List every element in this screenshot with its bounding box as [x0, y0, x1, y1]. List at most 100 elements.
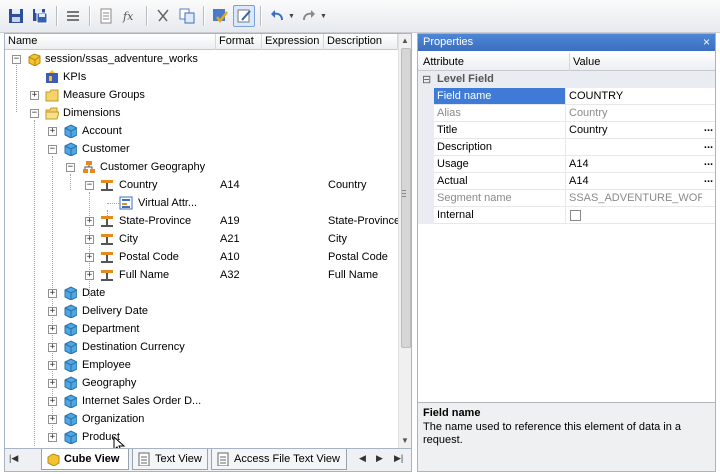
tab-scroll-end-icon[interactable]: ▶|	[394, 453, 403, 464]
ellipsis-button[interactable]: ...	[702, 156, 715, 172]
tab-scroll-left-icon[interactable]: ◀	[359, 453, 366, 464]
close-icon[interactable]: ×	[703, 34, 710, 51]
tab-text-view[interactable]: Text View	[132, 449, 208, 470]
expand-toggle[interactable]: +	[48, 397, 57, 406]
property-row-actual[interactable]: Actual A14 ...	[418, 173, 715, 190]
collapse-toggle[interactable]: −	[66, 163, 75, 172]
tree-vertical-scrollbar[interactable]: ▲ ▼	[398, 34, 411, 448]
copy-icon[interactable]	[176, 5, 198, 27]
redo-icon[interactable]	[298, 5, 320, 27]
property-value[interactable]	[566, 139, 702, 155]
tree-node-dimensions[interactable]: − Dimensions	[5, 104, 398, 122]
expand-toggle[interactable]: +	[30, 91, 39, 100]
cut-icon[interactable]	[152, 5, 174, 27]
property-value[interactable]: Country	[566, 122, 702, 138]
validate-icon[interactable]	[209, 5, 231, 27]
expand-toggle[interactable]: +	[48, 415, 57, 424]
collapse-toggle[interactable]: −	[30, 109, 39, 118]
tree-node-employee[interactable]: + Employee	[5, 356, 398, 374]
expand-toggle[interactable]: +	[48, 379, 57, 388]
tree-node-destination-currency[interactable]: + Destination Currency	[5, 338, 398, 356]
expand-toggle[interactable]: +	[85, 271, 94, 280]
expand-toggle[interactable]: +	[85, 235, 94, 244]
ellipsis-button[interactable]: ...	[702, 139, 715, 155]
column-header-name[interactable]: Name	[5, 34, 216, 50]
toolbar: fx ▼ ▼	[0, 0, 720, 33]
column-header-format[interactable]: Format	[216, 34, 262, 50]
expand-toggle[interactable]: +	[48, 343, 57, 352]
tree-node-customer[interactable]: − Customer	[5, 140, 398, 158]
dimension-icon	[64, 142, 77, 156]
column-header-description[interactable]: Description	[324, 34, 398, 50]
collapse-toggle[interactable]: −	[85, 181, 94, 190]
internal-checkbox[interactable]	[570, 210, 581, 221]
expand-toggle[interactable]: +	[48, 433, 57, 442]
edit-mode-icon[interactable]	[233, 5, 255, 27]
tree-node-geography[interactable]: + Geography	[5, 374, 398, 392]
scroll-thumb[interactable]	[401, 48, 411, 348]
category-level-field[interactable]: ⊟ Level Field	[418, 71, 715, 88]
property-row-title[interactable]: Title Country ...	[418, 122, 715, 139]
properties-icon[interactable]	[95, 5, 117, 27]
property-row-field-name[interactable]: Field name COUNTRY	[418, 88, 715, 105]
tab-access-file-text-view[interactable]: Access File Text View	[211, 449, 347, 470]
column-header-expression[interactable]: Expression	[262, 34, 324, 50]
expand-toggle[interactable]: +	[48, 289, 57, 298]
tree-node-measure-groups[interactable]: + Measure Groups	[5, 86, 398, 104]
scroll-up-icon[interactable]: ▲	[401, 36, 409, 45]
tree-node-delivery-date[interactable]: + Delivery Date	[5, 302, 398, 320]
tree-node-state-province[interactable]: + State-Province A19 State-Province	[5, 212, 400, 230]
expand-toggle[interactable]: +	[48, 307, 57, 316]
tree-node-virtual-attr[interactable]: Virtual Attr...	[5, 194, 398, 212]
save-all-icon[interactable]	[29, 5, 51, 27]
fx-icon[interactable]: fx	[119, 5, 141, 27]
tree-node-city[interactable]: + City A21 City	[5, 230, 398, 248]
expand-toggle[interactable]: +	[48, 325, 57, 334]
property-value[interactable]: A14	[566, 173, 702, 189]
tree-node-account[interactable]: + Account	[5, 122, 398, 140]
tab-scroll-start-icon[interactable]: |◀	[9, 453, 18, 464]
expand-toggle[interactable]: +	[85, 253, 94, 262]
tree-node-internet-sales-order[interactable]: + Internet Sales Order D...	[5, 392, 398, 410]
expand-toggle[interactable]: +	[48, 127, 57, 136]
property-row-segment-name[interactable]: Segment name SSAS_ADVENTURE_WORKS	[418, 190, 715, 207]
property-row-description[interactable]: Description ...	[418, 139, 715, 156]
ellipsis-button[interactable]: ...	[702, 122, 715, 138]
property-row-alias[interactable]: Alias Country	[418, 105, 715, 122]
collapse-toggle[interactable]: −	[48, 145, 57, 154]
collapse-toggle[interactable]: −	[12, 55, 21, 64]
tree-node-label: Customer	[82, 143, 130, 155]
property-value[interactable]: A14	[566, 156, 702, 172]
split-icon[interactable]	[62, 5, 84, 27]
tree-node-full-name[interactable]: + Full Name A32 Full Name	[5, 266, 398, 284]
expand-toggle[interactable]: +	[85, 217, 94, 226]
tree-node-date[interactable]: + Date	[5, 284, 398, 302]
property-row-internal[interactable]: Internal	[418, 207, 715, 224]
redo-dropdown-icon[interactable]: ▼	[320, 13, 327, 20]
save-icon[interactable]	[5, 5, 27, 27]
tree-node-customer-geography[interactable]: − Customer Geography	[5, 158, 398, 176]
tab-scroll-right-icon[interactable]: ▶	[376, 453, 383, 464]
tree-node-country[interactable]: − Country A14 Country	[5, 176, 398, 194]
dimension-icon	[64, 340, 77, 354]
tree-node-postal-code[interactable]: + Postal Code A10 Postal Code	[5, 248, 398, 266]
property-row-usage[interactable]: Usage A14 ...	[418, 156, 715, 173]
ellipsis-button[interactable]: ...	[702, 173, 715, 189]
tree-node-organization[interactable]: + Organization	[5, 410, 398, 428]
scroll-down-icon[interactable]: ▼	[401, 436, 409, 445]
undo-icon[interactable]	[266, 5, 288, 27]
undo-dropdown-icon[interactable]: ▼	[288, 13, 295, 20]
dimension-icon	[64, 430, 77, 444]
column-header-attribute: Attribute	[423, 56, 464, 68]
dimension-icon	[64, 286, 77, 300]
tab-cube-view[interactable]: Cube View	[41, 449, 129, 470]
expand-toggle[interactable]: +	[48, 361, 57, 370]
tree-node-department[interactable]: + Department	[5, 320, 398, 338]
scroll-grip-icon	[402, 193, 406, 194]
tree-node-product[interactable]: + Product	[5, 428, 398, 448]
tree-node-session[interactable]: − session/ssas_adventure_works	[5, 50, 398, 68]
property-name: Segment name	[434, 190, 566, 206]
property-value[interactable]: COUNTRY	[566, 88, 702, 104]
tree-node-kpis[interactable]: KPIs	[5, 68, 398, 86]
collapse-category-icon[interactable]: ⊟	[422, 73, 431, 86]
